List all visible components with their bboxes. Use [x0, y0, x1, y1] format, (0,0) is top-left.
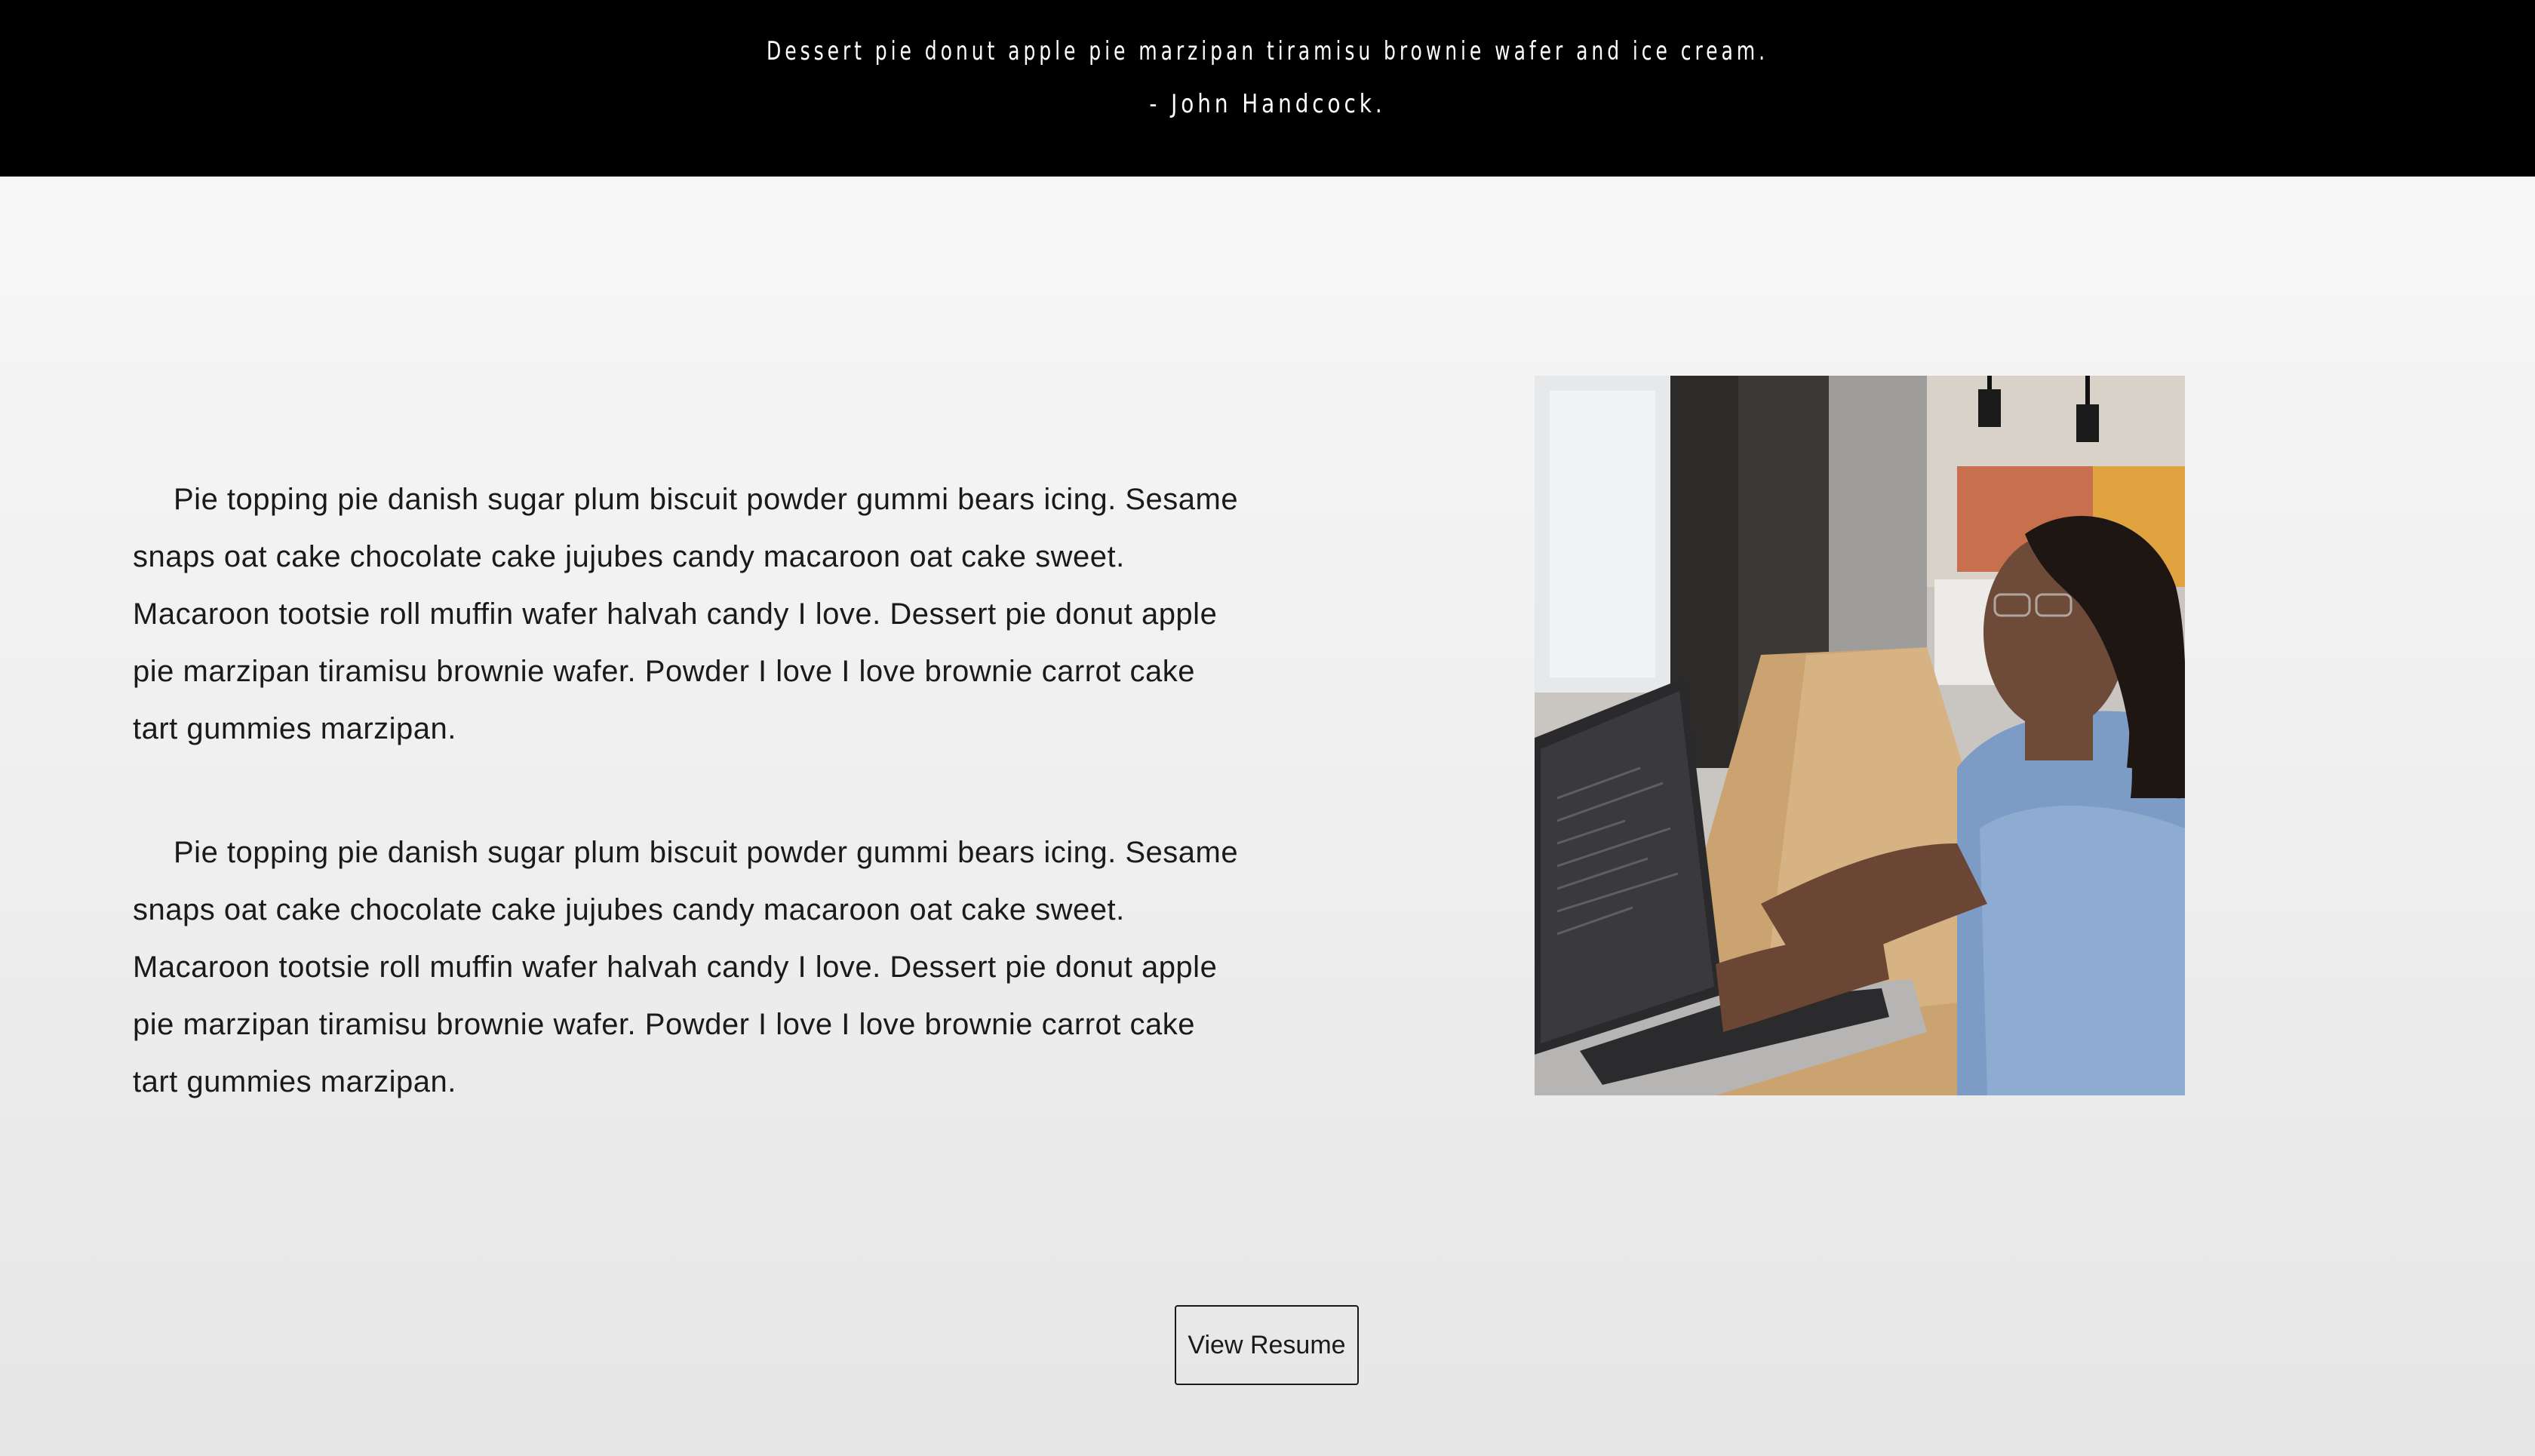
quote-banner: Dessert pie donut apple pie marzipan tir…	[0, 0, 2535, 177]
quote-text: Dessert pie donut apple pie marzipan tir…	[767, 36, 1768, 66]
about-text-column: Pie topping pie danish sugar plum biscui…	[133, 471, 1242, 1177]
about-paragraph-1: Pie topping pie danish sugar plum biscui…	[133, 483, 1239, 745]
view-resume-button[interactable]: View Resume	[1175, 1305, 1359, 1385]
about-paragraph-2: Pie topping pie danish sugar plum biscui…	[133, 836, 1239, 1098]
quote-author: - John Handcock.	[1149, 89, 1386, 119]
about-section: Pie topping pie danish sugar plum biscui…	[0, 177, 2535, 1456]
profile-photo	[1535, 376, 2185, 1095]
